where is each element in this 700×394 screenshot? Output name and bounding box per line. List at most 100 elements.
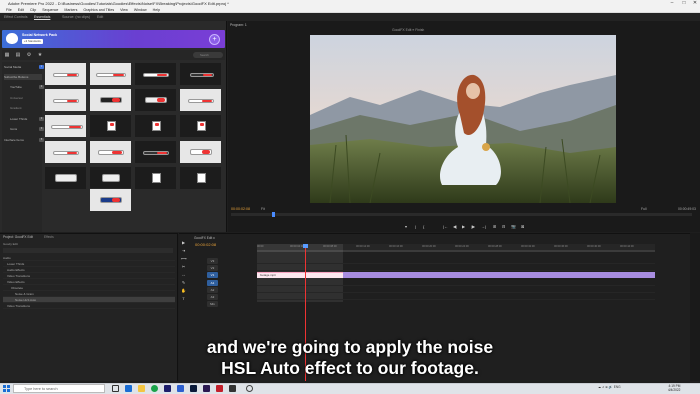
add-marker-icon[interactable]: ▾ — [405, 223, 407, 230]
program-timecode[interactable]: 00:00:02:08 — [231, 207, 250, 211]
task-view-icon[interactable] — [112, 385, 119, 392]
slip-tool-icon[interactable]: ↔ — [181, 272, 186, 277]
pack-search-input[interactable]: Search — [193, 52, 223, 58]
preset-tile[interactable] — [44, 166, 87, 190]
banner-pill[interactable]: +3 Standards — [22, 39, 43, 44]
preset-tile[interactable] — [89, 62, 132, 86]
app-icon-circle[interactable] — [246, 385, 253, 392]
preset-tile[interactable] — [89, 140, 132, 164]
track-v3[interactable]: V3 — [207, 258, 218, 264]
razor-tool-icon[interactable]: ✂ — [181, 264, 186, 269]
play-button[interactable]: ▶ — [462, 223, 465, 230]
preset-tile[interactable] — [44, 114, 87, 138]
minimize-button[interactable]: – — [666, 0, 678, 7]
quality-select[interactable]: Full — [641, 207, 646, 211]
track-a2[interactable]: A2 — [207, 287, 218, 293]
sidebar-item-subscribe-buttons[interactable]: Subscribe Buttons — [4, 74, 42, 80]
grid-view-icon[interactable]: ▦ — [4, 52, 10, 58]
sidebar-item-icons[interactable]: Icons 3 — [10, 126, 44, 132]
taskbar-search-input[interactable]: Type here to search — [13, 384, 105, 393]
add-pack-button[interactable]: + — [209, 34, 220, 45]
windows-start-icon[interactable] — [3, 385, 10, 392]
close-button[interactable]: ✕ — [689, 0, 700, 7]
preset-tile[interactable] — [179, 166, 222, 190]
track-select-icon[interactable]: ⇥ — [181, 248, 186, 253]
track-row[interactable] — [257, 265, 655, 271]
menu-view[interactable]: View — [120, 8, 128, 12]
settings-icon[interactable]: ⚙ — [26, 52, 32, 58]
sidebar-item-social-media[interactable]: Social Media 1 — [4, 64, 44, 70]
preset-tile[interactable] — [89, 88, 132, 112]
selection-tool-icon[interactable]: ▶ — [181, 240, 186, 245]
workspace-effect-controls[interactable]: Effect Controls — [4, 13, 28, 21]
timeline-tab[interactable]: GoodFX Edit ≡ — [194, 236, 215, 240]
favorite-icon[interactable]: ★ — [37, 52, 43, 58]
premiere-pro-icon[interactable] — [164, 385, 171, 392]
timeline-timecode[interactable]: 00:00:02:08 — [195, 242, 216, 247]
project-tab[interactable]: Project: GoodFX Edit — [3, 235, 33, 239]
track-mix[interactable]: Mix — [207, 301, 218, 307]
preset-tile[interactable] — [134, 140, 177, 164]
menu-edit[interactable]: Edit — [18, 8, 24, 12]
program-playhead[interactable] — [272, 212, 275, 217]
go-to-out-icon[interactable]: →| — [481, 223, 486, 230]
preset-tile[interactable] — [134, 88, 177, 112]
preset-tile[interactable] — [89, 188, 132, 212]
video-clip-extended[interactable] — [343, 272, 655, 278]
app-icon-dark[interactable] — [229, 385, 236, 392]
menu-file[interactable]: File — [6, 8, 12, 12]
track-v2[interactable]: V2 — [207, 265, 218, 271]
menu-sequence[interactable]: Sequence — [42, 8, 58, 12]
app-icon[interactable] — [177, 385, 184, 392]
preset-tile[interactable] — [134, 114, 177, 138]
menu-help[interactable]: Help — [153, 8, 160, 12]
menu-window[interactable]: Window — [134, 8, 147, 12]
program-tab[interactable]: Program: 1 — [230, 23, 247, 27]
photoshop-icon[interactable] — [190, 385, 197, 392]
track-v1[interactable]: V1 — [207, 272, 218, 278]
preset-tile[interactable] — [44, 62, 87, 86]
system-tray[interactable]: ☁ ∧ ⊕ 🔊 ENG — [598, 385, 621, 389]
zoom-fit-select[interactable]: Fit — [261, 207, 265, 211]
preset-tile[interactable] — [179, 62, 222, 86]
preset-tile[interactable] — [134, 166, 177, 190]
list-view-icon[interactable]: ▤ — [15, 52, 21, 58]
playhead-handle[interactable] — [303, 244, 308, 248]
sidebar-item-universal[interactable]: Universal — [10, 95, 38, 101]
track-a1[interactable]: A1 — [207, 280, 218, 286]
chrome-icon[interactable] — [151, 385, 158, 392]
mark-out-icon[interactable]: { — [423, 223, 424, 230]
workspace-essentials[interactable]: Essentials — [34, 13, 50, 21]
sidebar-item-lower-thirds[interactable]: Lower Thirds 4 — [10, 116, 44, 122]
mark-in-icon[interactable]: | — [415, 223, 416, 230]
file-explorer-icon[interactable] — [138, 385, 145, 392]
track-row[interactable] — [257, 294, 655, 300]
program-scrub-bar[interactable] — [231, 213, 692, 216]
type-tool-icon[interactable]: T — [181, 296, 186, 301]
preset-tile[interactable] — [44, 88, 87, 112]
track-row[interactable] — [257, 287, 655, 293]
edge-browser-icon[interactable] — [125, 385, 132, 392]
app-icon-red[interactable] — [216, 385, 223, 392]
extract-icon[interactable]: ⊟ — [502, 223, 505, 230]
taskbar-clock[interactable]: 4:19 PM 4/4/2022 — [668, 384, 680, 392]
sidebar-item-gradient[interactable]: Gradient — [10, 105, 38, 111]
comparison-view-icon[interactable]: ⊠ — [521, 223, 524, 230]
menu-clip[interactable]: Clip — [30, 8, 36, 12]
menu-graphics[interactable]: Graphics and Titles — [83, 8, 114, 12]
preset-tile[interactable] — [89, 114, 132, 138]
export-frame-icon[interactable]: 📷 — [511, 223, 516, 230]
lift-icon[interactable]: ⊞ — [493, 223, 496, 230]
track-row[interactable] — [257, 258, 655, 264]
pen-tool-icon[interactable]: ✎ — [181, 280, 186, 285]
project-search-input[interactable] — [3, 248, 173, 253]
track-row[interactable] — [257, 280, 655, 286]
step-back-icon[interactable]: ◀| — [453, 223, 457, 230]
preset-tile[interactable] — [134, 62, 177, 86]
effects-tab[interactable]: Effects — [44, 235, 54, 239]
workspace-source[interactable]: Source: (no clips) — [62, 13, 90, 21]
sidebar-item-interface-items[interactable]: Interface Items 5 — [4, 137, 44, 143]
workspace-edit[interactable]: Edit — [97, 13, 103, 21]
list-item[interactable]: Video Transitions — [3, 303, 175, 309]
after-effects-icon[interactable] — [203, 385, 210, 392]
